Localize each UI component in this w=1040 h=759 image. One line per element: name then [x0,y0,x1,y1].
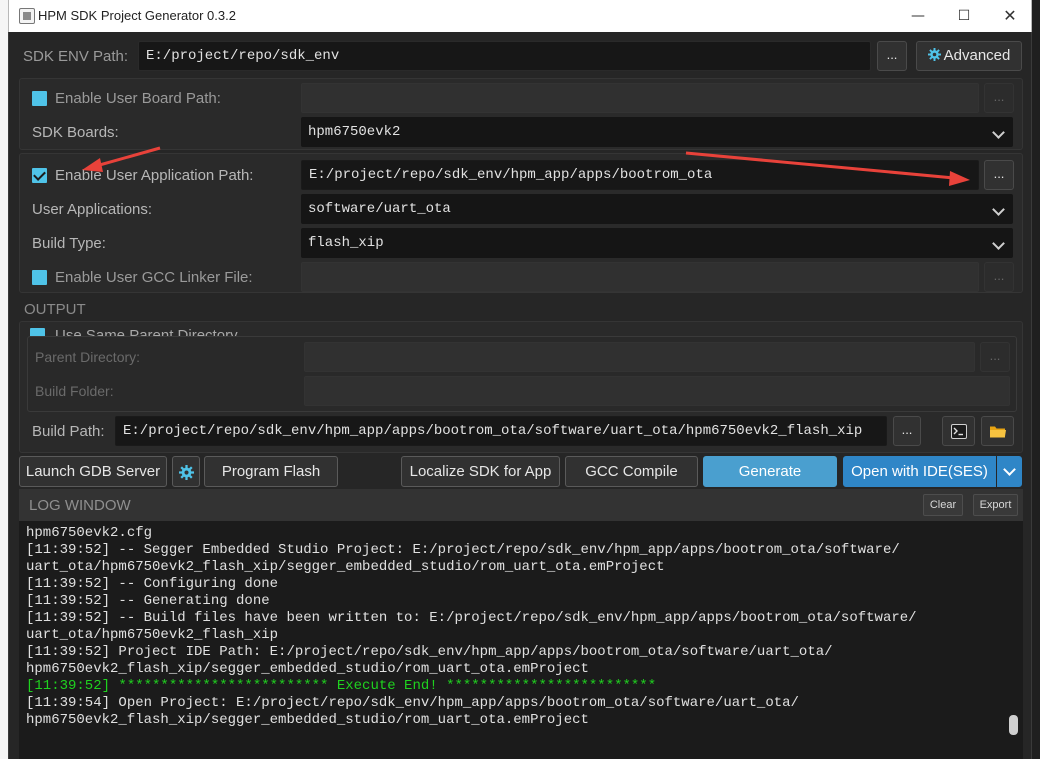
annotation-arrow-right [685,151,970,186]
annotation-arrows [82,146,970,186]
annotation-arrow-left [82,146,161,172]
